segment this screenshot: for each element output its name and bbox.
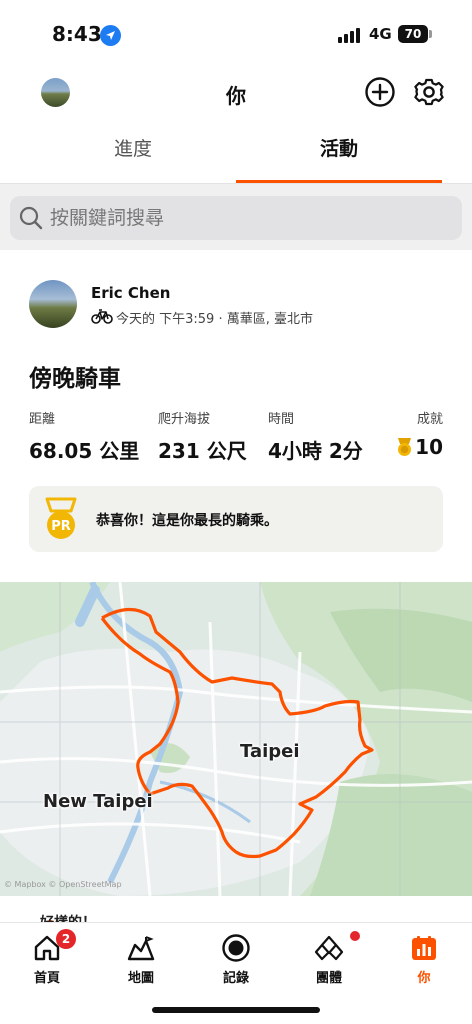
nav-label: 地圖	[127, 971, 154, 986]
new-activity-dot	[350, 931, 360, 941]
pr-banner[interactable]: PR 恭喜你！這是你最長的騎乘。	[29, 486, 443, 552]
page-title: 你	[226, 84, 246, 108]
activity-meta: 今天的 下午3:59 · 萬華區, 臺北市	[116, 312, 313, 327]
nav-maps[interactable]: 地圖	[101, 929, 181, 993]
location-arrow-icon	[100, 25, 121, 46]
stat-distance: 距離 68.05 公里	[29, 408, 139, 464]
achievement-count: 10	[415, 435, 443, 459]
nav-label: 首頁	[33, 971, 60, 986]
nav-you[interactable]: 你	[384, 929, 464, 993]
nav-record[interactable]: 記錄	[196, 929, 276, 993]
gear-icon	[414, 78, 444, 106]
achievements-value-row: 10	[380, 435, 443, 459]
nav-groups[interactable]: 團體	[289, 929, 369, 993]
route-map[interactable]: Taipei New Taipei © Mapbox © OpenStreetM…	[0, 582, 472, 896]
battery-icon: 70	[398, 25, 428, 43]
nav-home[interactable]: 2 首頁	[7, 929, 87, 993]
pr-message: 恭喜你！這是你最長的騎乘。	[96, 513, 278, 529]
add-button[interactable]	[364, 76, 396, 108]
nav-label: 團體	[315, 971, 342, 986]
notification-badge: 2	[56, 929, 76, 949]
activity-title[interactable]: 傍晚騎車	[29, 359, 121, 393]
map-attribution: © Mapbox © OpenStreetMap	[4, 880, 122, 889]
home-indicator	[152, 1007, 320, 1013]
stat-achievements[interactable]: 成就 10	[380, 408, 443, 459]
achievement-medal-icon	[398, 438, 412, 456]
record-icon	[222, 934, 250, 962]
map-icon	[127, 936, 155, 961]
pr-badge-text: PR	[51, 519, 71, 534]
stat-value: 231 公尺	[158, 439, 247, 463]
settings-button[interactable]	[413, 76, 445, 108]
search-input[interactable]	[50, 196, 450, 240]
map-graphic	[0, 582, 472, 896]
you-icon	[412, 936, 436, 960]
search-icon	[19, 206, 43, 230]
top-header: 你	[0, 70, 472, 116]
stat-label: 時間	[268, 412, 295, 427]
stat-value: 4小時 2分	[268, 439, 363, 463]
status-time: 8:43	[52, 22, 102, 46]
stat-elevation: 爬升海拔 231 公尺	[158, 408, 247, 464]
network-type: 4G	[369, 25, 392, 43]
map-label-new-taipei: New Taipei	[43, 791, 153, 812]
pr-medal-icon: PR	[45, 497, 77, 539]
search-bar	[10, 196, 462, 240]
groups-icon	[314, 935, 344, 961]
plus-circle-icon	[365, 77, 395, 107]
battery-tip	[429, 30, 432, 38]
stat-label: 爬升海拔	[158, 412, 211, 427]
cellular-signal-icon	[338, 28, 360, 43]
nav-label: 你	[417, 971, 431, 986]
stat-value: 68.05 公里	[29, 439, 140, 463]
tab-bar: 進度 活動	[0, 124, 472, 184]
tab-activities[interactable]: 活動	[236, 124, 442, 183]
athlete-avatar[interactable]	[29, 280, 77, 328]
search-section	[0, 184, 472, 250]
stat-time: 時間 4小時 2分	[268, 408, 363, 464]
bike-icon	[91, 309, 113, 324]
status-bar: 8:43 4G 70	[0, 0, 472, 70]
stat-label: 成就	[416, 412, 443, 427]
nav-label: 記錄	[222, 971, 249, 986]
tab-progress[interactable]: 進度	[30, 124, 236, 183]
stat-label: 距離	[29, 412, 56, 427]
athlete-name[interactable]: Eric Chen	[91, 284, 170, 302]
map-label-taipei: Taipei	[240, 741, 300, 762]
